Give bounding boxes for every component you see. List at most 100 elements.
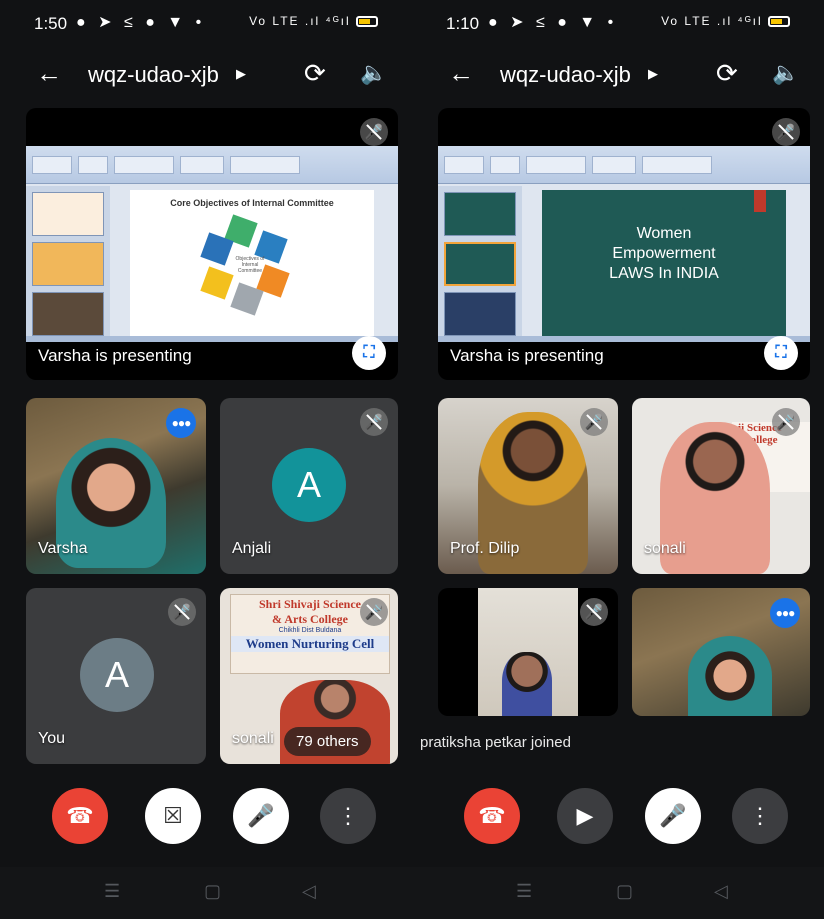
video-feed	[478, 588, 578, 716]
phone-hangup-icon: ☎	[478, 803, 506, 828]
notification-icons: ● ➤ ≤ ● ▼ •	[76, 14, 206, 31]
back-arrow-icon[interactable]: ←	[36, 58, 62, 89]
status-time: 1:10	[446, 14, 480, 33]
system-nav-bar: ☰ ▢ ◁	[0, 867, 412, 919]
current-slide: Women Empowerment LAWS In INDIA	[542, 190, 786, 336]
slide-thumbnails	[26, 186, 110, 336]
back-arrow-icon[interactable]: ←	[448, 58, 474, 89]
phone-screen-left: 1:50 ● ➤ ≤ ● ▼ • Vo LTE .ıl ⁴ᴳıl ← wqz-u…	[0, 0, 412, 919]
mic-off-icon: 🎤	[360, 408, 388, 436]
ppt-status-bar	[438, 336, 810, 342]
ppt-ribbon	[26, 146, 398, 184]
presenting-label: Varsha is presenting	[38, 346, 192, 365]
back-nav-icon[interactable]: ◁	[714, 881, 728, 902]
participant-tile-anjali[interactable]: 🎤 A Anjali	[220, 398, 398, 574]
avatar: A	[80, 638, 154, 712]
mic-off-icon: 🎤	[247, 803, 275, 828]
call-controls: ☎ ▶ 🎤 ⋮	[412, 788, 824, 854]
chevron-right-icon[interactable]: ▶	[236, 66, 246, 82]
avatar: A	[272, 448, 346, 522]
participant-name: Varsha	[38, 540, 88, 557]
switch-camera-icon[interactable]: ⟳	[304, 58, 326, 89]
fullscreen-button[interactable]: ⛶	[764, 336, 798, 370]
more-vert-icon: ⋮	[337, 803, 359, 828]
mic-toggle-button[interactable]: 🎤	[645, 788, 701, 844]
participant-joined-toast: pratiksha petkar joined	[420, 734, 571, 751]
mic-off-icon: 🎤	[580, 598, 608, 626]
end-call-button[interactable]: ☎	[464, 788, 520, 844]
slide-accent	[754, 190, 766, 212]
mic-off-icon: 🎤	[360, 118, 388, 146]
petal-04	[200, 266, 234, 300]
status-bar: 1:10 ● ➤ ≤ ● ▼ • Vo LTE .ıl ⁴ᴳıl	[412, 8, 824, 38]
participant-name: Anjali	[232, 540, 272, 557]
mic-off-icon: 🎤	[168, 598, 196, 626]
others-count-badge[interactable]: 79 others	[284, 727, 371, 756]
battery-icon	[768, 16, 790, 28]
shared-screen: Core Objectives of Internal Committee Ob…	[26, 146, 398, 342]
app-bar: ← wqz-udao-xjb ▶ ⟳ 🔈	[412, 52, 824, 96]
participant-tile-you[interactable]: 🎤 A You	[26, 588, 206, 764]
notification-icons: ● ➤ ≤ ● ▼ •	[488, 14, 618, 31]
camera-off-icon: ☒	[163, 803, 183, 828]
signal-text: Vo LTE .ıl ⁴ᴳıl	[249, 14, 351, 28]
presenting-label: Varsha is presenting	[450, 346, 604, 365]
video-camera-icon: ▶	[576, 803, 594, 828]
slide-thumbnails	[438, 186, 522, 336]
participant-tile-prof-dilip[interactable]: 🎤 Prof. Dilip	[438, 398, 618, 574]
participant-tile-varsha[interactable]: ●●● Varsha	[26, 398, 206, 574]
participant-name: Prof. Dilip	[450, 540, 520, 557]
speaking-indicator-icon: ●●●	[166, 408, 196, 438]
back-nav-icon[interactable]: ◁	[302, 881, 316, 902]
more-vert-icon: ⋮	[749, 803, 771, 828]
presentation-tile[interactable]: 🎤 Core Objectives of Internal Committee	[26, 108, 398, 380]
recents-icon[interactable]: ☰	[104, 881, 120, 902]
fullscreen-button[interactable]: ⛶	[352, 336, 386, 370]
camera-toggle-button[interactable]: ☒	[145, 788, 201, 844]
chevron-right-icon[interactable]: ▶	[648, 66, 658, 82]
mic-off-icon: 🎤	[659, 803, 687, 828]
mic-off-icon: 🎤	[360, 598, 388, 626]
participant-tile-video[interactable]: 🎤	[438, 588, 618, 716]
meeting-code[interactable]: wqz-udao-xjb	[500, 62, 631, 88]
participant-tile-sonali[interactable]: Shri Shivaji Science & Arts College Chik…	[220, 588, 398, 764]
speaker-icon[interactable]: 🔈	[772, 60, 799, 86]
phone-hangup-icon: ☎	[66, 803, 94, 828]
signal-icons: Vo LTE .ıl ⁴ᴳıl	[661, 14, 790, 28]
home-icon[interactable]: ▢	[204, 881, 221, 902]
signal-text: Vo LTE .ıl ⁴ᴳıl	[661, 14, 763, 28]
participant-name: sonali	[644, 540, 686, 557]
meeting-code[interactable]: wqz-udao-xjb	[88, 62, 219, 88]
ppt-ribbon	[438, 146, 810, 184]
mic-toggle-button[interactable]: 🎤	[233, 788, 289, 844]
more-options-button[interactable]: ⋮	[320, 788, 376, 844]
more-options-button[interactable]: ⋮	[732, 788, 788, 844]
call-controls: ☎ ☒ 🎤 ⋮	[0, 788, 412, 854]
speaking-indicator-icon: ●●●	[770, 598, 800, 628]
camera-toggle-button[interactable]: ▶	[557, 788, 613, 844]
video-feed	[688, 636, 772, 716]
banner-line: Women Nurturing Cell	[231, 636, 389, 652]
current-slide: Core Objectives of Internal Committee Ob…	[130, 190, 374, 336]
system-nav-bar: ☰ ▢ ◁	[412, 867, 824, 919]
slide-title: Core Objectives of Internal Committee	[170, 198, 334, 208]
slide-center-label: Objectives of Internal Committee	[235, 256, 265, 274]
participant-tile-varsha[interactable]: ●●●	[632, 588, 810, 716]
participant-tile-sonali[interactable]: aji Science ts College ing C 🎤 sonali	[632, 398, 810, 574]
presentation-tile[interactable]: 🎤 Women Empowerment LAWS In INDIA Varsha…	[438, 108, 810, 380]
participant-name: sonali	[232, 730, 274, 747]
app-bar: ← wqz-udao-xjb ▶ ⟳ 🔈	[0, 52, 412, 96]
speaker-icon[interactable]: 🔈	[360, 60, 387, 86]
status-bar: 1:50 ● ➤ ≤ ● ▼ • Vo LTE .ıl ⁴ᴳıl	[0, 8, 412, 38]
battery-icon	[356, 16, 378, 28]
mic-off-icon: 🎤	[772, 118, 800, 146]
home-icon[interactable]: ▢	[616, 881, 633, 902]
switch-camera-icon[interactable]: ⟳	[716, 58, 738, 89]
recents-icon[interactable]: ☰	[516, 881, 532, 902]
slide-title: Women Empowerment LAWS In INDIA	[609, 225, 719, 282]
signal-icons: Vo LTE .ıl ⁴ᴳıl	[249, 14, 378, 28]
banner-line: Chikhli Dist Buldana	[278, 627, 342, 634]
end-call-button[interactable]: ☎	[52, 788, 108, 844]
status-time: 1:50	[34, 14, 68, 33]
participant-name: You	[38, 730, 65, 747]
